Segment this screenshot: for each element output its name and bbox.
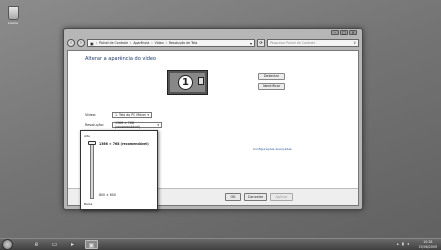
refresh-icon[interactable]: ⟳ (257, 39, 265, 47)
advanced-settings-link[interactable]: Configurações avançadas (253, 147, 292, 151)
resolution-slider-track[interactable] (90, 142, 94, 199)
network-icon[interactable]: ▮ (402, 241, 404, 246)
breadcrumb-separator: › (151, 41, 153, 45)
breadcrumb-control-panel[interactable]: Painel de Controle (99, 41, 128, 45)
breadcrumb-separator: › (165, 41, 167, 45)
video-select[interactable]: 1. Tela do PC Móvel ▾ (112, 112, 152, 118)
forward-button[interactable]: › (77, 39, 85, 47)
resolution-select[interactable]: 1366 × 768 (recomendável) ▾ (112, 121, 162, 129)
control-panel-task-icon[interactable]: ▣ (85, 240, 98, 249)
resolution-slider-thumb[interactable] (88, 141, 96, 145)
search-icon: ⚲ (353, 41, 356, 45)
breadcrumb-appearance[interactable]: Aparência (133, 41, 149, 45)
clock-date: 25/06/2009 (418, 244, 437, 249)
file-explorer-icon[interactable]: ▭ (48, 240, 61, 249)
apply-button[interactable]: Aplicar (270, 193, 293, 201)
resolution-option-800[interactable]: 800 × 600 (99, 193, 116, 197)
recycle-bin-icon (7, 6, 19, 20)
identify-button[interactable]: Identificar (258, 83, 285, 90)
control-panel-folder-icon: ▣ (90, 40, 94, 46)
page-title: Alterar a aparência do vídeo (85, 56, 157, 62)
window-controls: – □ ✕ (331, 30, 357, 35)
maximize-button[interactable]: □ (340, 30, 348, 35)
chevron-down-icon: ▾ (147, 113, 149, 117)
monitor-preview[interactable]: 1 (167, 70, 208, 95)
back-button[interactable]: ‹ (67, 39, 75, 47)
minimize-button[interactable]: – (331, 30, 339, 35)
detect-button[interactable]: Detectar (258, 73, 285, 80)
cancel-button[interactable]: Cancelar (244, 193, 267, 201)
recycle-bin-label: Lixeira (8, 21, 18, 25)
video-label: Vídeo: (85, 113, 97, 117)
monitor-number-badge: 1 (178, 75, 193, 90)
chevron-down-icon: ▾ (157, 123, 159, 127)
resolution-select-value: 1366 × 768 (recomendável) (115, 121, 141, 129)
breadcrumb-screen-resolution[interactable]: Resolução de Tela (169, 41, 197, 45)
system-tray: ▴ ▮ ◂ (397, 241, 409, 246)
start-button[interactable] (2, 239, 13, 250)
breadcrumb-display[interactable]: Vídeo (155, 41, 164, 45)
search-placeholder: Pesquisar Painel de Controle (270, 41, 316, 45)
recycle-bin-desktop-icon[interactable]: Lixeira (4, 6, 22, 25)
video-select-value: 1. Tela do PC Móvel (115, 113, 146, 117)
low-resolution-label: Baixa (84, 202, 93, 206)
breadcrumb-separator: › (130, 41, 132, 45)
resolution-option-1366[interactable]: 1366 × 768 (recomendável) (99, 142, 149, 146)
language-icon[interactable]: ▴ (397, 241, 399, 246)
close-button[interactable]: ✕ (349, 30, 357, 35)
resolution-dropdown-popup: Alta 1366 × 768 (recomendável) 800 × 600… (80, 130, 158, 210)
internet-explorer-icon[interactable]: e (30, 240, 43, 249)
address-dropdown-icon[interactable]: ▾ (250, 41, 252, 46)
resolution-label: Resolução: (85, 123, 104, 127)
ok-button[interactable]: OK (225, 193, 241, 201)
media-player-icon[interactable]: ▸ (66, 240, 79, 249)
volume-icon[interactable]: ◂ (407, 241, 409, 246)
search-input[interactable]: Pesquisar Painel de Controle ⚲ (267, 39, 359, 47)
taskbar-clock[interactable]: 10:28 25/06/2009 (419, 240, 437, 249)
secondary-screen-icon (198, 77, 204, 85)
high-resolution-label: Alta (84, 134, 90, 138)
address-bar[interactable]: ▣ › Painel de Controle › Aparência › Víd… (87, 39, 255, 47)
breadcrumb-separator: › (95, 41, 98, 45)
taskbar: e ▭ ▸ ▣ ▴ ▮ ◂ 10:28 25/06/2009 (0, 238, 441, 250)
navigation-bar: ‹ › ▣ › Painel de Controle › Aparência ›… (67, 38, 359, 48)
